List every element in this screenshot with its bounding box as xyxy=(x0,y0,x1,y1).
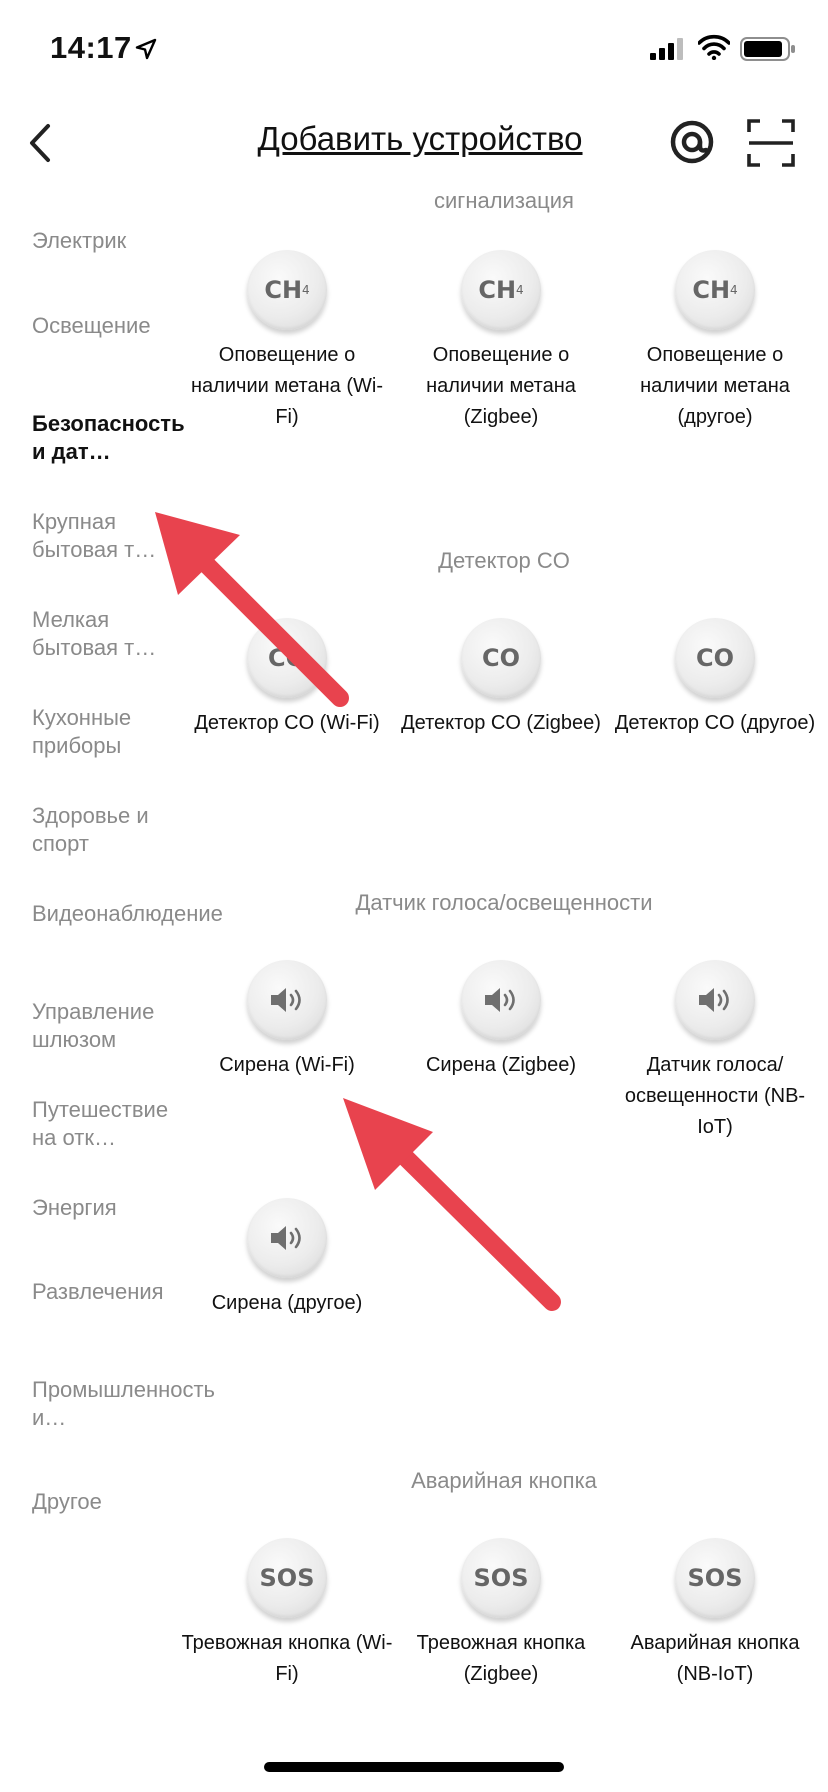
device-label: Датчик голоса/ освещенности (NB-IoT) xyxy=(624,1054,806,1138)
sidebar-item-security[interactable]: Безопасность и дат… xyxy=(32,410,185,466)
speaker-icon xyxy=(247,1198,327,1278)
status-time: 14:17 xyxy=(50,30,132,65)
device-panic-wifi[interactable]: SOS Тревожная кнопка (Wi-Fi) xyxy=(180,1538,394,1690)
device-co-wifi[interactable]: CO Детектор CO (Wi-Fi) xyxy=(180,618,394,739)
device-label: Оповещение о наличии метана (Zigbee) xyxy=(426,344,576,428)
device-label: Детектор CO (Zigbee) xyxy=(401,712,601,734)
section-title-alarm-partial: сигнализация xyxy=(434,188,574,213)
page-title: Добавить устройство xyxy=(257,120,583,157)
device-label: Оповещение о наличии метана (Wi-Fi) xyxy=(191,344,383,428)
status-bar: 14:17 xyxy=(0,0,828,100)
device-siren-other[interactable]: Сирена (другое) xyxy=(180,1198,394,1319)
device-label: Тревожная кнопка (Zigbee) xyxy=(416,1632,586,1685)
sos-icon: SOS xyxy=(675,1538,755,1618)
sidebar-item-entertainment[interactable]: Развлечения xyxy=(32,1278,172,1306)
device-co-zigbee[interactable]: CO Детектор CO (Zigbee) xyxy=(394,618,608,739)
sos-icon: SOS xyxy=(461,1538,541,1618)
device-methane-other[interactable]: CH 4 Оповещение о наличии метана (другое) xyxy=(608,250,822,433)
device-label: Сирена (Zigbee) xyxy=(425,1054,577,1076)
sidebar-item-small-appliances[interactable]: Мелкая бытовая т… xyxy=(32,606,172,662)
sidebar-item-large-appliances[interactable]: Крупная бытовая т… xyxy=(32,508,172,564)
device-siren-wifi[interactable]: Сирена (Wi-Fi) xyxy=(180,960,394,1081)
co-icon: CO xyxy=(461,618,541,698)
battery-icon xyxy=(740,37,795,61)
methane-icon: CH 4 xyxy=(675,250,755,330)
sidebar-item-travel[interactable]: Путешествие на отк… xyxy=(32,1096,172,1152)
sidebar-item-industry[interactable]: Промышленность и… xyxy=(32,1376,215,1432)
back-chevron-icon[interactable] xyxy=(22,120,58,166)
device-label: Сирена (Wi-Fi) xyxy=(219,1054,355,1076)
sidebar-item-energy[interactable]: Энергия xyxy=(32,1194,172,1222)
sidebar-item-kitchen[interactable]: Кухонные приборы xyxy=(32,704,172,760)
sidebar-item-electric[interactable]: Электрик xyxy=(32,227,172,255)
sidebar-item-health[interactable]: Здоровье и спорт xyxy=(32,802,172,858)
device-panic-nbiot[interactable]: SOS Аварийная кнопка (NB-IoT) xyxy=(608,1538,822,1690)
sidebar-item-lighting[interactable]: Освещение xyxy=(32,312,172,340)
speaker-icon xyxy=(461,960,541,1040)
wifi-icon xyxy=(698,34,730,60)
sidebar-item-other[interactable]: Другое xyxy=(32,1488,172,1516)
device-siren-zigbee[interactable]: Сирена (Zigbee) xyxy=(394,960,608,1081)
device-label: Оповещение о наличии метана (другое) xyxy=(640,344,790,428)
device-sound-light-nbiot[interactable]: Датчик голоса/ освещенности (NB-IoT) xyxy=(608,960,822,1143)
section-title-sound-light: Датчик голоса/освещенности xyxy=(355,890,653,915)
co-icon: CO xyxy=(675,618,755,698)
device-co-other[interactable]: CO Детектор CO (другое) xyxy=(608,618,822,739)
methane-icon: CH 4 xyxy=(247,250,327,330)
section-title-co: Детектор CO xyxy=(438,548,570,573)
sos-icon: SOS xyxy=(247,1538,327,1618)
device-panic-zigbee[interactable]: SOS Тревожная кнопка (Zigbee) xyxy=(394,1538,608,1690)
category-sidebar: Электрик Освещение Безопасность и дат… К… xyxy=(0,190,223,1790)
speaker-icon xyxy=(675,960,755,1040)
speaker-icon xyxy=(247,960,327,1040)
section-title-panic: Аварийная кнопка xyxy=(411,1468,597,1493)
device-label: Детектор CO (Wi-Fi) xyxy=(194,712,380,734)
device-methane-wifi[interactable]: CH 4 Оповещение о наличии метана (Wi-Fi) xyxy=(180,250,394,433)
sidebar-item-gateway[interactable]: Управление шлюзом xyxy=(32,998,172,1054)
device-label: Аварийная кнопка (NB-IoT) xyxy=(630,1632,800,1685)
sidebar-item-video[interactable]: Видеонаблюдение xyxy=(32,900,223,928)
device-label: Сирена (другое) xyxy=(211,1292,363,1314)
co-icon: CO xyxy=(247,618,327,698)
home-indicator xyxy=(264,1762,564,1772)
device-methane-zigbee[interactable]: CH 4 Оповещение о наличии метана (Zigbee) xyxy=(394,250,608,433)
location-arrow-icon xyxy=(135,38,157,60)
methane-icon: CH 4 xyxy=(461,250,541,330)
cellular-signal-icon xyxy=(650,38,683,60)
device-grid: сигнализация CH 4 Оповещение о наличии ме… xyxy=(180,160,828,1792)
at-sign-scan-icon[interactable] xyxy=(668,118,716,166)
device-label: Тревожная кнопка (Wi-Fi) xyxy=(181,1632,393,1685)
device-label: Детектор CO (другое) xyxy=(614,712,816,734)
